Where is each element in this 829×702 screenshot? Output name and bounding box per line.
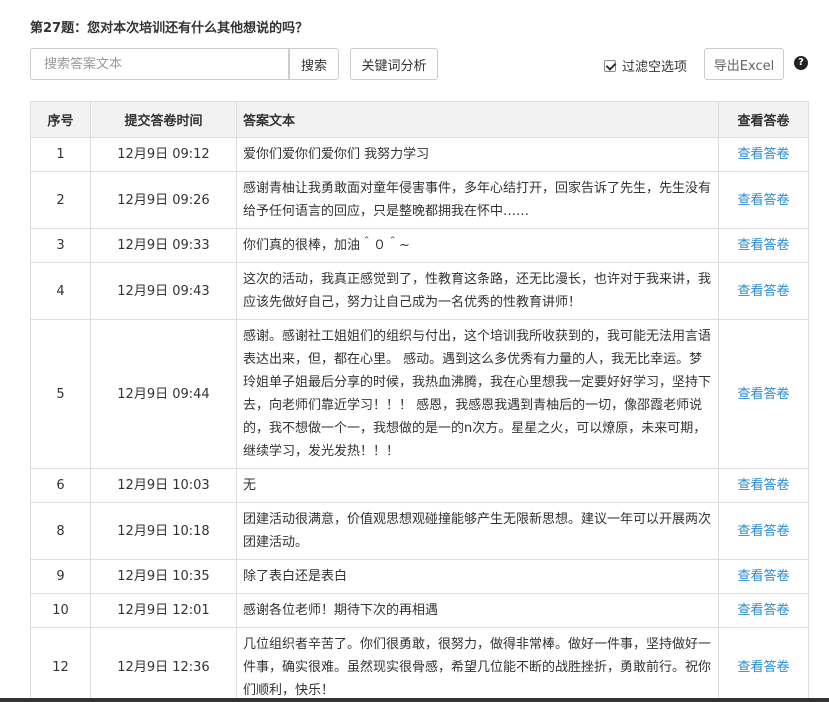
table-row: 8 12月9日 10:18 团建活动很满意，价值观思想观碰撞能够产生无限新思想。… <box>30 502 809 560</box>
row-time: 12月9日 09:12 <box>90 137 237 172</box>
row-answer: 感谢青柚让我勇敢面对童年侵害事件，多年心结打开，回家告诉了先生，先生没有给予任何… <box>236 171 719 229</box>
row-index: 3 <box>30 228 91 263</box>
row-time: 12月9日 09:44 <box>90 319 237 469</box>
row-time: 12月9日 12:01 <box>90 593 237 628</box>
row-answer: 你们真的很棒，加油＾０＾~ <box>236 228 719 263</box>
row-time: 12月9日 10:18 <box>90 502 237 560</box>
view-answer-link[interactable]: 查看答卷 <box>737 660 789 675</box>
table-row: 6 12月9日 10:03 无 查看答卷 <box>30 468 809 503</box>
answers-table: 序号 提交答卷时间 答案文本 查看答卷 1 12月9日 09:12 爱你们爱你们… <box>30 101 809 702</box>
row-answer: 爱你们爱你们爱你们 我努力学习 <box>236 137 719 172</box>
table-row: 12 12月9日 12:36 几位组织者辛苦了。你们很勇敢，很努力，做得非常棒。… <box>30 627 809 702</box>
row-index: 12 <box>30 627 91 702</box>
toolbar: 搜索 关键词分析 过滤空选项 导出Excel ? <box>30 48 810 80</box>
search-input[interactable] <box>30 48 289 80</box>
view-answer-link[interactable]: 查看答卷 <box>737 193 789 208</box>
row-answer: 团建活动很满意，价值观思想观碰撞能够产生无限新思想。建议一年可以开展两次团建活动… <box>236 502 719 560</box>
search-button[interactable]: 搜索 <box>289 48 339 80</box>
row-time: 12月9日 09:43 <box>90 262 237 320</box>
help-icon[interactable]: ? <box>794 56 808 70</box>
table-row: 5 12月9日 09:44 感谢。感谢社工姐姐们的组织与付出，这个培训我所收获到… <box>30 319 809 469</box>
view-answer-link[interactable]: 查看答卷 <box>737 147 789 162</box>
table-row: 9 12月9日 10:35 除了表白还是表白 查看答卷 <box>30 559 809 594</box>
table-header-row: 序号 提交答卷时间 答案文本 查看答卷 <box>30 101 809 138</box>
row-answer: 无 <box>236 468 719 503</box>
bottom-edge-bar <box>0 698 829 702</box>
row-index: 1 <box>30 137 91 172</box>
row-answer: 除了表白还是表白 <box>236 559 719 594</box>
table-row: 3 12月9日 09:33 你们真的很棒，加油＾０＾~ 查看答卷 <box>30 228 809 263</box>
row-index: 8 <box>30 502 91 560</box>
filter-empty-toggle[interactable]: 过滤空选项 <box>604 56 687 75</box>
view-answer-link[interactable]: 查看答卷 <box>737 238 789 253</box>
row-index: 2 <box>30 171 91 229</box>
filter-label: 过滤空选项 <box>622 60 688 75</box>
row-answer: 感谢各位老师！期待下次的再相遇 <box>236 593 719 628</box>
row-answer: 感谢。感谢社工姐姐们的组织与付出，这个培训我所收获到的，我可能无法用言语表达出来… <box>236 319 719 469</box>
header-answer: 答案文本 <box>236 101 719 138</box>
filter-checkbox[interactable] <box>604 59 616 72</box>
row-index: 4 <box>30 262 91 320</box>
row-answer: 几位组织者辛苦了。你们很勇敢，很努力，做得非常棒。做好一件事，坚持做好一件事，确… <box>236 627 719 702</box>
row-answer: 这次的活动，我真正感觉到了，性教育这条路，还无比漫长，也许对于我来讲，我应该先做… <box>236 262 719 320</box>
row-time: 12月9日 09:33 <box>90 228 237 263</box>
row-time: 12月9日 12:36 <box>90 627 237 702</box>
view-answer-link[interactable]: 查看答卷 <box>737 524 789 539</box>
view-answer-link[interactable]: 查看答卷 <box>737 387 789 402</box>
table-row: 10 12月9日 12:01 感谢各位老师！期待下次的再相遇 查看答卷 <box>30 593 809 628</box>
view-answer-link[interactable]: 查看答卷 <box>737 569 789 584</box>
view-answer-link[interactable]: 查看答卷 <box>737 603 789 618</box>
header-index: 序号 <box>30 101 91 138</box>
row-time: 12月9日 09:26 <box>90 171 237 229</box>
header-time: 提交答卷时间 <box>90 101 237 138</box>
table-row: 4 12月9日 09:43 这次的活动，我真正感觉到了，性教育这条路，还无比漫长… <box>30 262 809 320</box>
view-answer-link[interactable]: 查看答卷 <box>737 284 789 299</box>
table-row: 1 12月9日 09:12 爱你们爱你们爱你们 我努力学习 查看答卷 <box>30 137 809 172</box>
keyword-analysis-button[interactable]: 关键词分析 <box>350 48 438 80</box>
view-answer-link[interactable]: 查看答卷 <box>737 478 789 493</box>
row-time: 12月9日 10:35 <box>90 559 237 594</box>
header-view: 查看答卷 <box>718 101 809 138</box>
table-row: 2 12月9日 09:26 感谢青柚让我勇敢面对童年侵害事件，多年心结打开，回家… <box>30 171 809 229</box>
export-excel-button[interactable]: 导出Excel <box>704 48 784 80</box>
row-time: 12月9日 10:03 <box>90 468 237 503</box>
row-index: 6 <box>30 468 91 503</box>
row-index: 10 <box>30 593 91 628</box>
row-index: 5 <box>30 319 91 469</box>
row-index: 9 <box>30 559 91 594</box>
question-title: 第27题：您对本次培训还有什么其他想说的吗？ <box>30 21 309 36</box>
